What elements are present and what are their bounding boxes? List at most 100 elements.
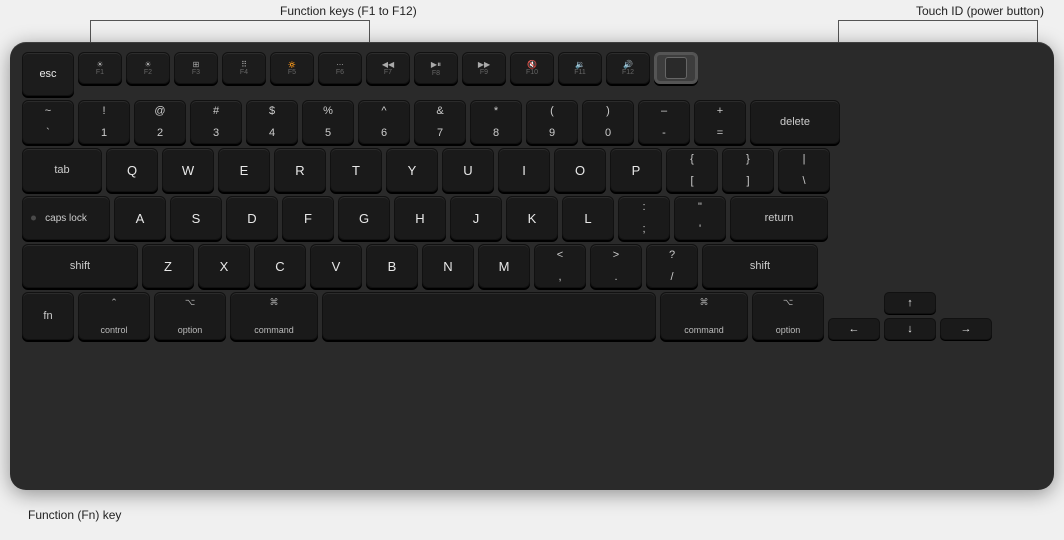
key-space[interactable] (322, 292, 656, 340)
key-rbracket[interactable]: } ] (722, 148, 774, 192)
key-f2[interactable]: ☀ F2 (126, 52, 170, 84)
key-fn[interactable]: fn (22, 292, 74, 340)
key-h[interactable]: H (394, 196, 446, 240)
key-6[interactable]: ^ 6 (358, 100, 410, 144)
key-l[interactable]: L (562, 196, 614, 240)
keyboard: esc ☀ F1 ☀ F2 ⊞ F3 ⠿ F4 🔅 F5 ⋯ F6 ◀◀ (10, 42, 1054, 490)
key-5[interactable]: % 5 (302, 100, 354, 144)
key-equals[interactable]: + = (694, 100, 746, 144)
key-r[interactable]: R (274, 148, 326, 192)
key-backslash[interactable]: | \ (778, 148, 830, 192)
key-8[interactable]: * 8 (470, 100, 522, 144)
arrow-cluster: ← ↑ ↓ → (828, 292, 992, 340)
key-7[interactable]: & 7 (414, 100, 466, 144)
key-delete[interactable]: delete (750, 100, 840, 144)
key-m[interactable]: M (478, 244, 530, 288)
key-arrow-down[interactable]: ↓ (884, 318, 936, 340)
fn-key-annotation: Function (Fn) key (28, 508, 121, 522)
key-command-right[interactable]: ⌘ command (660, 292, 748, 340)
key-1[interactable]: ! 1 (78, 100, 130, 144)
qwerty-row: tab Q W E R T Y U I O P { [ } ] | \ (22, 148, 1042, 192)
key-f11[interactable]: 🔉 F11 (558, 52, 602, 84)
bracket-fn-left (90, 20, 91, 42)
key-0[interactable]: ) 0 (582, 100, 634, 144)
key-command-left[interactable]: ⌘ command (230, 292, 318, 340)
key-b[interactable]: B (366, 244, 418, 288)
key-esc[interactable]: esc (22, 52, 74, 96)
key-o[interactable]: O (554, 148, 606, 192)
key-option-right[interactable]: ⌥ option (752, 292, 824, 340)
key-tab[interactable]: tab (22, 148, 102, 192)
bracket-touchid-left (838, 20, 839, 42)
key-touchid[interactable] (654, 52, 698, 84)
key-f1[interactable]: ☀ F1 (78, 52, 122, 84)
bracket-fn-top (90, 20, 370, 21)
key-9[interactable]: ( 9 (526, 100, 578, 144)
key-k[interactable]: K (506, 196, 558, 240)
key-y[interactable]: Y (386, 148, 438, 192)
bracket-fn-right (369, 20, 370, 42)
key-f12[interactable]: 🔊 F12 (606, 52, 650, 84)
key-option-left[interactable]: ⌥ option (154, 292, 226, 340)
key-2[interactable]: @ 2 (134, 100, 186, 144)
key-f[interactable]: F (282, 196, 334, 240)
key-3[interactable]: # 3 (190, 100, 242, 144)
touchid-annotation: Touch ID (power button) (916, 4, 1044, 18)
key-slash[interactable]: ? / (646, 244, 698, 288)
key-shift-right[interactable]: shift (702, 244, 818, 288)
key-minus[interactable]: – - (638, 100, 690, 144)
key-comma[interactable]: < , (534, 244, 586, 288)
fn-key-row: esc ☀ F1 ☀ F2 ⊞ F3 ⠿ F4 🔅 F5 ⋯ F6 ◀◀ (22, 52, 1042, 96)
key-w[interactable]: W (162, 148, 214, 192)
arrow-up-down-col: ↑ ↓ (884, 292, 936, 340)
fn-key-label: Function (Fn) key (28, 508, 121, 522)
key-f4[interactable]: ⠿ F4 (222, 52, 266, 84)
key-capslock[interactable]: caps lock (22, 196, 110, 240)
modifier-row: fn ⌃ control ⌥ option ⌘ command ⌘ comman… (22, 292, 1042, 340)
key-f9[interactable]: ▶▶ F9 (462, 52, 506, 84)
key-backtick[interactable]: ~ ` (22, 100, 74, 144)
key-p[interactable]: P (610, 148, 662, 192)
key-e[interactable]: E (218, 148, 270, 192)
key-f8[interactable]: ▶⏸ F8 (414, 52, 458, 84)
key-q[interactable]: Q (106, 148, 158, 192)
key-semicolon[interactable]: : ; (618, 196, 670, 240)
key-4[interactable]: $ 4 (246, 100, 298, 144)
key-return[interactable]: return (730, 196, 828, 240)
key-f6[interactable]: ⋯ F6 (318, 52, 362, 84)
key-quote[interactable]: " ' (674, 196, 726, 240)
key-s[interactable]: S (170, 196, 222, 240)
key-c[interactable]: C (254, 244, 306, 288)
key-j[interactable]: J (450, 196, 502, 240)
bracket-touchid-right (1037, 20, 1038, 42)
key-i[interactable]: I (498, 148, 550, 192)
caps-indicator (31, 216, 36, 221)
key-f10[interactable]: 🔇 F10 (510, 52, 554, 84)
key-z[interactable]: Z (142, 244, 194, 288)
key-arrow-right[interactable]: → (940, 318, 992, 340)
key-f3[interactable]: ⊞ F3 (174, 52, 218, 84)
key-f5[interactable]: 🔅 F5 (270, 52, 314, 84)
key-g[interactable]: G (338, 196, 390, 240)
function-keys-label: Function keys (F1 to F12) (280, 4, 417, 18)
key-d[interactable]: D (226, 196, 278, 240)
key-f7[interactable]: ◀◀ F7 (366, 52, 410, 84)
key-lbracket[interactable]: { [ (666, 148, 718, 192)
function-keys-annotation: Function keys (F1 to F12) (280, 4, 417, 18)
key-shift-left[interactable]: shift (22, 244, 138, 288)
bracket-touchid-top (838, 20, 1038, 21)
number-row: ~ ` ! 1 @ 2 # 3 $ 4 % 5 ^ 6 & 7 (22, 100, 1042, 144)
key-v[interactable]: V (310, 244, 362, 288)
asdf-row: caps lock A S D F G H J K L : ; " ' retu… (22, 196, 1042, 240)
key-u[interactable]: U (442, 148, 494, 192)
zxcv-row: shift Z X C V B N M < , > . ? / shift (22, 244, 1042, 288)
key-arrow-left[interactable]: ← (828, 318, 880, 340)
key-arrow-up[interactable]: ↑ (884, 292, 936, 314)
key-t[interactable]: T (330, 148, 382, 192)
touchid-label: Touch ID (power button) (916, 4, 1044, 18)
key-a[interactable]: A (114, 196, 166, 240)
key-control[interactable]: ⌃ control (78, 292, 150, 340)
key-x[interactable]: X (198, 244, 250, 288)
key-n[interactable]: N (422, 244, 474, 288)
key-period[interactable]: > . (590, 244, 642, 288)
